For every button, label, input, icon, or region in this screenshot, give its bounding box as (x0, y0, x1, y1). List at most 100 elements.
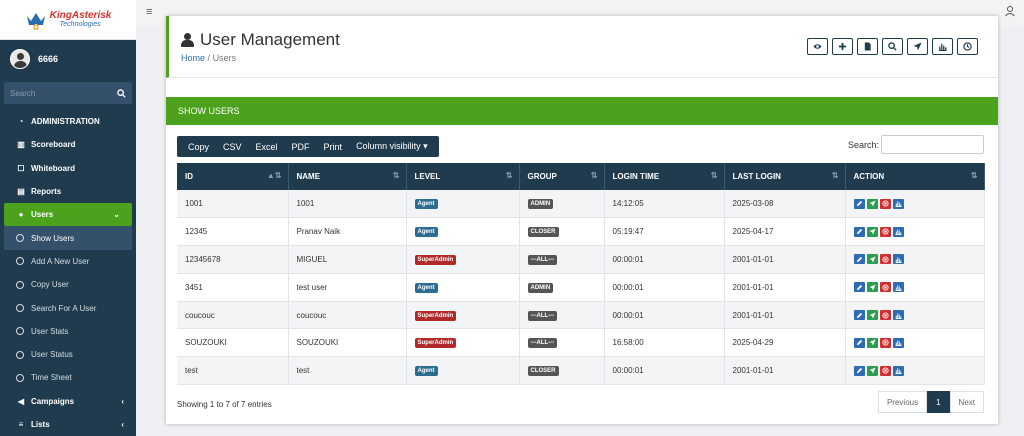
stop-button[interactable] (879, 254, 891, 265)
view-button[interactable] (807, 38, 828, 55)
cell-last-login: 2025-03-08 (724, 190, 846, 219)
location-button[interactable] (866, 226, 878, 237)
level-badge: Agent (414, 199, 438, 210)
location-button[interactable] (866, 365, 878, 376)
column-header-id[interactable]: ID ▲⇅ (177, 163, 289, 190)
copy-button[interactable]: Copy (181, 142, 216, 152)
stop-button[interactable] (879, 310, 891, 321)
column-header-login-time[interactable]: LOGIN TIME ⇅ (604, 163, 725, 190)
sub-nav-user-stats[interactable]: User Stats (0, 320, 136, 343)
breadcrumb-home-link[interactable]: Home (181, 53, 205, 63)
nav-whiteboard[interactable]: ☐ Whiteboard (0, 157, 136, 180)
print-button[interactable]: Print (317, 142, 350, 152)
stop-button[interactable] (879, 337, 891, 348)
cell-login-time: 00:00:01 (604, 273, 725, 302)
column-header-name[interactable]: NAME ⇅ (288, 163, 407, 190)
add-button[interactable] (832, 38, 853, 55)
edit-button[interactable] (853, 226, 865, 237)
stats-button[interactable] (892, 198, 904, 209)
row-actions (853, 282, 984, 293)
column-header-group[interactable]: GROUP ⇅ (519, 163, 605, 190)
stop-button[interactable] (879, 282, 891, 293)
stop-icon (881, 367, 889, 374)
search-button[interactable] (882, 38, 903, 55)
edit-button[interactable] (853, 337, 865, 348)
pagination-previous[interactable]: Previous (877, 391, 928, 413)
cell-last-login: 2001-01-01 (724, 356, 846, 386)
csv-button[interactable]: CSV (216, 142, 249, 152)
cell-group: ---ALL--- (519, 328, 605, 358)
column-visibility-button[interactable]: Column visibility ▾ (349, 141, 435, 152)
sub-nav-copy-user[interactable]: Copy User (0, 273, 136, 296)
brand-logo[interactable]: KingAsterisk Technologies (25, 9, 111, 31)
user-profile-icon[interactable] (1004, 5, 1016, 17)
table-row: coucouc coucouc SuperAdmin ---ALL--- 00:00:0… (177, 301, 985, 330)
hamburger-menu-icon[interactable]: ≡ (146, 6, 152, 18)
clock-button[interactable] (957, 38, 978, 55)
cell-action (845, 356, 985, 386)
sub-nav-time-sheet[interactable]: Time Sheet (0, 366, 136, 389)
search-icon (888, 42, 897, 51)
pagination-page[interactable]: 1 (927, 391, 950, 413)
file-button[interactable] (857, 38, 878, 55)
edit-button[interactable] (853, 365, 865, 376)
cell-login-time: 00:00:01 (604, 301, 725, 330)
bar-chart-icon: ▥ (17, 140, 25, 150)
location-button[interactable] (866, 337, 878, 348)
cell-action (845, 245, 985, 274)
nav-users[interactable]: ● Users ⌄ (4, 203, 132, 227)
users-table: ID ▲⇅ NAME ⇅ LEVEL ⇅ GROUP ⇅ LOGIN TIME ⇅ LAS… (177, 163, 985, 386)
column-header-last-login[interactable]: LAST LOGIN ⇅ (724, 163, 846, 190)
location-button[interactable] (866, 198, 878, 209)
location-button[interactable] (866, 282, 878, 293)
edit-button[interactable] (853, 282, 865, 293)
user-panel[interactable]: 6666 (0, 40, 136, 78)
nav-lists[interactable]: ≡ Lists ‹ (0, 413, 136, 436)
level-badge: Agent (414, 366, 438, 377)
toolbar (807, 38, 978, 55)
pagination-next[interactable]: Next (949, 391, 984, 413)
sidebar-search (4, 82, 132, 104)
stats-button[interactable] (932, 38, 953, 55)
excel-button[interactable]: Excel (249, 142, 285, 152)
nav-reports[interactable]: ▤ Reports (0, 180, 136, 203)
edit-button[interactable] (853, 254, 865, 265)
nav-campaigns[interactable]: ◀ Campaigns ‹ (0, 390, 136, 413)
search-icon[interactable] (117, 88, 126, 98)
stats-button[interactable] (892, 310, 904, 321)
sort-asc-icon: ▲⇅ (266, 171, 282, 180)
nav-scoreboard[interactable]: ▥ Scoreboard (0, 133, 136, 156)
chevron-down-icon: ⌄ (113, 210, 120, 220)
sub-nav-add-user[interactable]: Add A New User (0, 250, 136, 273)
sidebar-search-input[interactable] (10, 88, 100, 98)
location-button[interactable] (866, 310, 878, 321)
nav-administration[interactable]: ◔ ADMINISTRATION (0, 110, 136, 133)
table-search-input[interactable] (881, 135, 984, 154)
logo-area: KingAsterisk Technologies (0, 0, 136, 40)
edit-button[interactable] (853, 310, 865, 321)
column-header-action[interactable]: ACTION ⇅ (845, 163, 985, 190)
column-header-level[interactable]: LEVEL ⇅ (406, 163, 520, 190)
stop-button[interactable] (879, 365, 891, 376)
nav-administration-label: ADMINISTRATION (31, 117, 100, 127)
pdf-button[interactable]: PDF (285, 142, 317, 152)
stats-button[interactable] (892, 282, 904, 293)
column-header-label: ID (185, 172, 193, 181)
stop-button[interactable] (879, 226, 891, 237)
cell-action (845, 301, 985, 330)
location-button[interactable] (866, 254, 878, 265)
stop-button[interactable] (879, 198, 891, 209)
sub-nav-user-status[interactable]: User Status (0, 343, 136, 366)
stats-button[interactable] (892, 365, 904, 376)
sub-nav-show-users[interactable]: Show Users (4, 226, 132, 250)
edit-icon (856, 312, 862, 318)
bar-chart-icon (894, 285, 902, 291)
location-button[interactable] (907, 38, 928, 55)
edit-button[interactable] (853, 198, 865, 209)
stats-button[interactable] (892, 226, 904, 237)
sub-nav-search-user[interactable]: Search For A User (0, 296, 136, 319)
bar-chart-icon (894, 368, 902, 375)
cell-id: test (177, 356, 289, 386)
stats-button[interactable] (892, 337, 904, 348)
stats-button[interactable] (892, 254, 904, 265)
